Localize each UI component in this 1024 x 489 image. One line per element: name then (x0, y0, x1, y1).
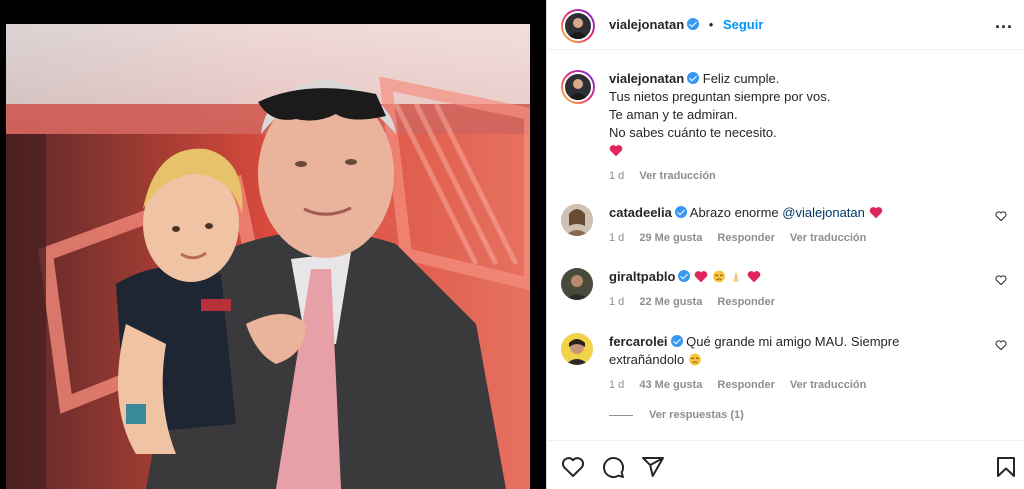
caption-line-1: Feliz cumple. (702, 71, 780, 86)
post-details-panel: vialejonatan • Seguir ... vialejonatan F… (546, 0, 1024, 489)
red-heart-icon (609, 145, 623, 157)
comment-meta: 1 d 22 Me gusta Responder (609, 293, 1011, 311)
verified-badge-icon (678, 270, 691, 282)
red-heart-icon (869, 207, 882, 219)
red-heart-icon (747, 271, 761, 283)
comment-username[interactable]: fercarolei (609, 334, 668, 349)
comment-mention[interactable]: @vialejonatan (782, 205, 865, 220)
comment-item: giraltpablo 1 d 22 Me gusta Responder (561, 268, 1011, 311)
caption-meta: 1 d Ver traducción (609, 167, 1011, 185)
caption: vialejonatan Feliz cumple. Tus nietos pr… (561, 70, 1011, 185)
red-heart-icon (694, 271, 708, 283)
share-icon[interactable] (641, 455, 665, 479)
like-comment-heart-icon[interactable] (995, 210, 1007, 222)
folded-hands-icon (733, 271, 739, 282)
comment-time: 1 d (609, 379, 625, 391)
comment-time: 1 d (609, 296, 625, 308)
action-bar (547, 440, 1024, 489)
comment-username[interactable]: giraltpablo (609, 269, 675, 284)
comment-emojis (694, 269, 761, 284)
author-avatar-image (563, 11, 593, 41)
caption-line-2: Tus nietos preguntan siempre por vos. (609, 89, 831, 104)
post-header: vialejonatan • Seguir ... (547, 0, 1024, 50)
heart-icon[interactable] (561, 455, 585, 479)
photo-illustration (6, 24, 530, 489)
post-media (0, 0, 546, 489)
reply-button[interactable]: Responder (717, 232, 774, 244)
crying-face-icon (688, 353, 701, 366)
comment-meta: 1 d 29 Me gusta Responder Ver traducción (609, 229, 1011, 247)
commenter-avatar[interactable] (561, 333, 593, 365)
view-replies-label[interactable]: Ver respuestas (1) (649, 409, 744, 421)
comment-translate-link[interactable]: Ver traducción (790, 379, 866, 391)
comment-likes[interactable]: 29 Me gusta (639, 232, 702, 244)
comment-translate-link[interactable]: Ver traducción (790, 232, 866, 244)
separator-dot: • (708, 17, 714, 32)
commenter-avatar[interactable] (561, 268, 593, 300)
post-photo[interactable] (6, 24, 530, 489)
comment-text: Abrazo enorme (689, 205, 779, 220)
follow-button[interactable]: Seguir (723, 17, 763, 32)
reply-button[interactable]: Responder (717, 379, 774, 391)
like-comment-heart-icon[interactable] (995, 274, 1007, 286)
like-comment-heart-icon[interactable] (995, 339, 1007, 351)
replies-divider (609, 414, 633, 416)
verified-badge-icon (670, 335, 683, 347)
caption-line-4: No sabes cuánto te necesito. (609, 125, 777, 140)
caption-avatar[interactable] (561, 70, 595, 104)
author-username[interactable]: vialejonatan (609, 17, 684, 32)
caption-avatar-image (563, 72, 593, 102)
comment-likes[interactable]: 43 Me gusta (639, 379, 702, 391)
caption-line-3: Te aman y te admiran. (609, 107, 738, 122)
commenter-avatar[interactable] (561, 204, 593, 236)
caption-username[interactable]: vialejonatan (609, 71, 684, 86)
caption-heart-emoji (609, 142, 1011, 160)
reply-button[interactable]: Responder (717, 296, 774, 308)
verified-badge-icon (687, 72, 700, 84)
comment-text-line-2: extrañándolo (609, 352, 685, 367)
comment-time: 1 d (609, 232, 625, 244)
comment-icon[interactable] (601, 455, 625, 479)
author-avatar[interactable] (561, 9, 595, 43)
crying-face-icon (712, 270, 725, 283)
caption-translate-link[interactable]: Ver traducción (639, 170, 715, 182)
verified-badge-icon (674, 206, 687, 218)
comment-text-line-1: Qué grande mi amigo MAU. Siempre (686, 334, 900, 349)
comment-username[interactable]: catadeelia (609, 205, 672, 220)
more-icon[interactable]: ... (995, 13, 1013, 31)
bookmark-icon[interactable] (994, 455, 1018, 479)
header-meta: vialejonatan • Seguir (609, 17, 763, 32)
verified-badge-icon (687, 18, 700, 30)
comment-item: catadeelia Abrazo enorme @vialejonatan 1… (561, 204, 1011, 247)
comment-likes[interactable]: 22 Me gusta (639, 296, 702, 308)
view-replies-link[interactable]: Ver respuestas (1) (609, 409, 744, 421)
comment-meta: 1 d 43 Me gusta Responder Ver traducción (609, 376, 1011, 394)
comment-item: fercarolei Qué grande mi amigo MAU. Siem… (561, 333, 1011, 394)
caption-time: 1 d (609, 170, 625, 182)
